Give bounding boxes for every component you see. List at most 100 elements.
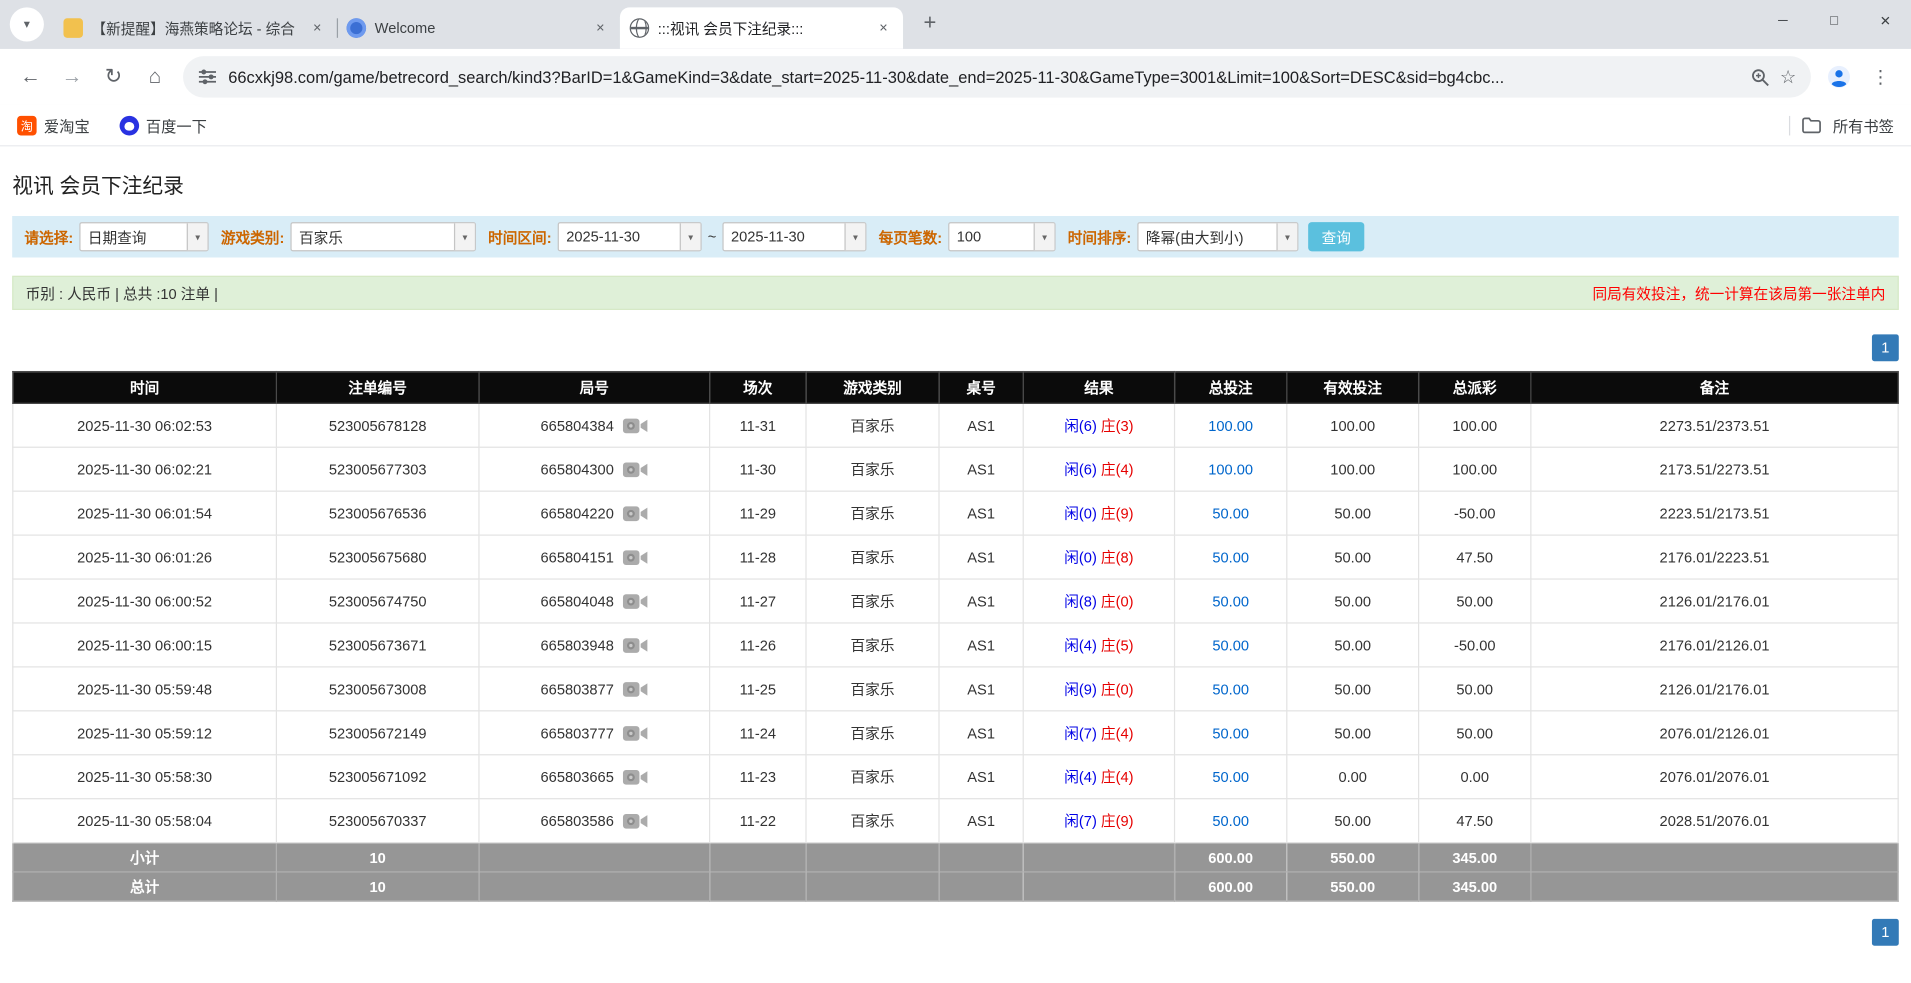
tab-close-icon[interactable]: ✕ <box>308 18 328 38</box>
column-header: 时间 <box>13 372 277 404</box>
video-replay-icon[interactable] <box>622 636 648 653</box>
close-button[interactable]: ✕ <box>1860 0 1911 41</box>
cell-table-no: AS1 <box>939 667 1023 711</box>
cell-total-bet: 50.00 <box>1175 579 1287 623</box>
page-number-button[interactable]: 1 <box>1872 334 1899 361</box>
browser-tab[interactable]: 【新提醒】海燕策略论坛 - 综合 ✕ <box>54 7 337 48</box>
video-replay-icon[interactable] <box>622 417 648 434</box>
chevron-down-icon[interactable]: ▾ <box>844 223 865 250</box>
sort-order-select[interactable]: 降幂(由大到小) ▾ <box>1137 222 1298 251</box>
cell-game-type: 百家乐 <box>806 667 939 711</box>
page-size-select[interactable]: 100 ▾ <box>948 222 1055 251</box>
menu-kebab-icon[interactable]: ⋮ <box>1860 56 1901 97</box>
total-bet-link[interactable]: 50.00 <box>1212 680 1249 697</box>
profile-avatar-icon[interactable] <box>1818 56 1859 97</box>
game-type-select[interactable]: 百家乐 ▾ <box>290 222 475 251</box>
zoom-icon[interactable] <box>1751 68 1769 86</box>
player-result: 闲(8) <box>1064 593 1097 610</box>
summary-empty-cell <box>710 843 806 872</box>
total-bet-link[interactable]: 100.00 <box>1208 417 1253 434</box>
tab-close-icon[interactable]: ✕ <box>591 18 611 38</box>
total-bet-link[interactable]: 50.00 <box>1212 549 1249 566</box>
minimize-button[interactable]: ─ <box>1757 0 1808 41</box>
cell-payout: 50.00 <box>1419 667 1531 711</box>
cell-round-id: 665803877 <box>479 667 710 711</box>
new-tab-button[interactable]: + <box>913 5 947 39</box>
bookmark-list: 淘爱淘宝 百度一下 <box>17 113 207 136</box>
cell-time: 2025-11-30 06:02:53 <box>13 403 277 447</box>
forward-button[interactable]: → <box>51 56 92 97</box>
reload-button[interactable]: ↻ <box>93 56 134 97</box>
welcome-favicon-icon <box>347 18 367 38</box>
browser-tab[interactable]: Welcome✕ <box>337 7 620 48</box>
cell-payout: 47.50 <box>1419 535 1531 579</box>
date-start-select[interactable]: 2025-11-30 ▾ <box>558 222 702 251</box>
summary-empty-cell <box>939 872 1023 901</box>
chevron-down-icon[interactable]: ▾ <box>680 223 701 250</box>
column-header: 游戏类别 <box>806 372 939 404</box>
total-bet-link[interactable]: 50.00 <box>1212 768 1249 785</box>
search-button[interactable]: 查询 <box>1308 222 1364 251</box>
cell-result: 闲(7) 庄(4) <box>1023 711 1174 755</box>
table-row: 2025-11-30 06:01:26523005675680665804151… <box>13 535 1898 579</box>
cell-round-id: 665803948 <box>479 623 710 667</box>
tab-title: :::视讯 会员下注纪录::: <box>658 18 865 39</box>
back-button[interactable]: ← <box>10 56 51 97</box>
summary-total-bet: 600.00 <box>1175 843 1287 872</box>
total-bet-link[interactable]: 50.00 <box>1212 592 1249 609</box>
cell-result: 闲(4) 庄(5) <box>1023 623 1174 667</box>
cell-result: 闲(8) 庄(0) <box>1023 579 1174 623</box>
chevron-down-icon: ▾ <box>24 18 30 31</box>
bookmark-star-icon[interactable]: ☆ <box>1780 66 1796 88</box>
total-bet-link[interactable]: 50.00 <box>1212 636 1249 653</box>
query-type-value: 日期查询 <box>81 223 187 250</box>
video-replay-icon[interactable] <box>622 592 648 609</box>
cell-time: 2025-11-30 06:02:21 <box>13 447 277 491</box>
table-row: 2025-11-30 06:01:54523005676536665804220… <box>13 491 1898 535</box>
summary-total-bet: 600.00 <box>1175 872 1287 901</box>
url-bar[interactable]: 66cxkj98.com/game/betrecord_search/kind3… <box>183 56 1811 97</box>
summary-empty-cell <box>1531 872 1898 901</box>
cell-note: 2126.01/2176.01 <box>1531 667 1898 711</box>
date-end-select[interactable]: 2025-11-30 ▾ <box>722 222 866 251</box>
url-text[interactable]: 66cxkj98.com/game/betrecord_search/kind3… <box>228 68 1739 86</box>
video-replay-icon[interactable] <box>622 461 648 478</box>
all-bookmarks[interactable]: 所有书签 <box>1789 113 1894 136</box>
video-replay-icon[interactable] <box>622 724 648 741</box>
chevron-down-icon[interactable]: ▾ <box>1276 223 1297 250</box>
bet-table: 时间注单编号局号场次游戏类别桌号结果总投注有效投注总派彩备注 2025-11-3… <box>12 371 1899 902</box>
chevron-down-icon[interactable]: ▾ <box>454 223 475 250</box>
browser-tab[interactable]: :::视讯 会员下注纪录:::✕ <box>620 7 903 48</box>
round-id-group: 665804048 <box>541 592 648 609</box>
total-bet-link[interactable]: 50.00 <box>1212 724 1249 741</box>
query-type-select[interactable]: 日期查询 ▾ <box>79 222 208 251</box>
banker-result: 庄(9) <box>1101 505 1134 522</box>
chevron-down-icon[interactable]: ▾ <box>1034 223 1055 250</box>
cell-result: 闲(4) 庄(4) <box>1023 755 1174 799</box>
cell-total-bet: 50.00 <box>1175 667 1287 711</box>
video-replay-icon[interactable] <box>622 768 648 785</box>
date-separator: ~ <box>708 228 717 245</box>
video-replay-icon[interactable] <box>622 812 648 829</box>
total-bet-link[interactable]: 50.00 <box>1212 505 1249 522</box>
column-header: 备注 <box>1531 372 1898 404</box>
cell-valid-bet: 50.00 <box>1287 579 1419 623</box>
bookmark-item[interactable]: 百度一下 <box>119 113 207 136</box>
tab-title: 【新提醒】海燕策略论坛 - 综合 <box>92 18 299 39</box>
table-row: 2025-11-30 05:59:12523005672149665803777… <box>13 711 1898 755</box>
maximize-button[interactable]: □ <box>1808 0 1859 41</box>
video-replay-icon[interactable] <box>622 549 648 566</box>
page-number-button[interactable]: 1 <box>1872 919 1899 946</box>
chevron-down-icon[interactable]: ▾ <box>187 223 208 250</box>
video-replay-icon[interactable] <box>622 680 648 697</box>
site-settings-icon[interactable] <box>198 67 218 87</box>
video-replay-icon[interactable] <box>622 505 648 522</box>
tab-close-icon[interactable]: ✕ <box>874 18 894 38</box>
home-button[interactable]: ⌂ <box>134 56 175 97</box>
tab-search-button[interactable]: ▾ <box>10 7 44 41</box>
total-bet-link[interactable]: 50.00 <box>1212 812 1249 829</box>
total-bet-link[interactable]: 100.00 <box>1208 461 1253 478</box>
round-id-text: 665803877 <box>541 680 614 697</box>
bookmark-item[interactable]: 淘爱淘宝 <box>17 113 90 136</box>
cell-total-bet: 100.00 <box>1175 403 1287 447</box>
